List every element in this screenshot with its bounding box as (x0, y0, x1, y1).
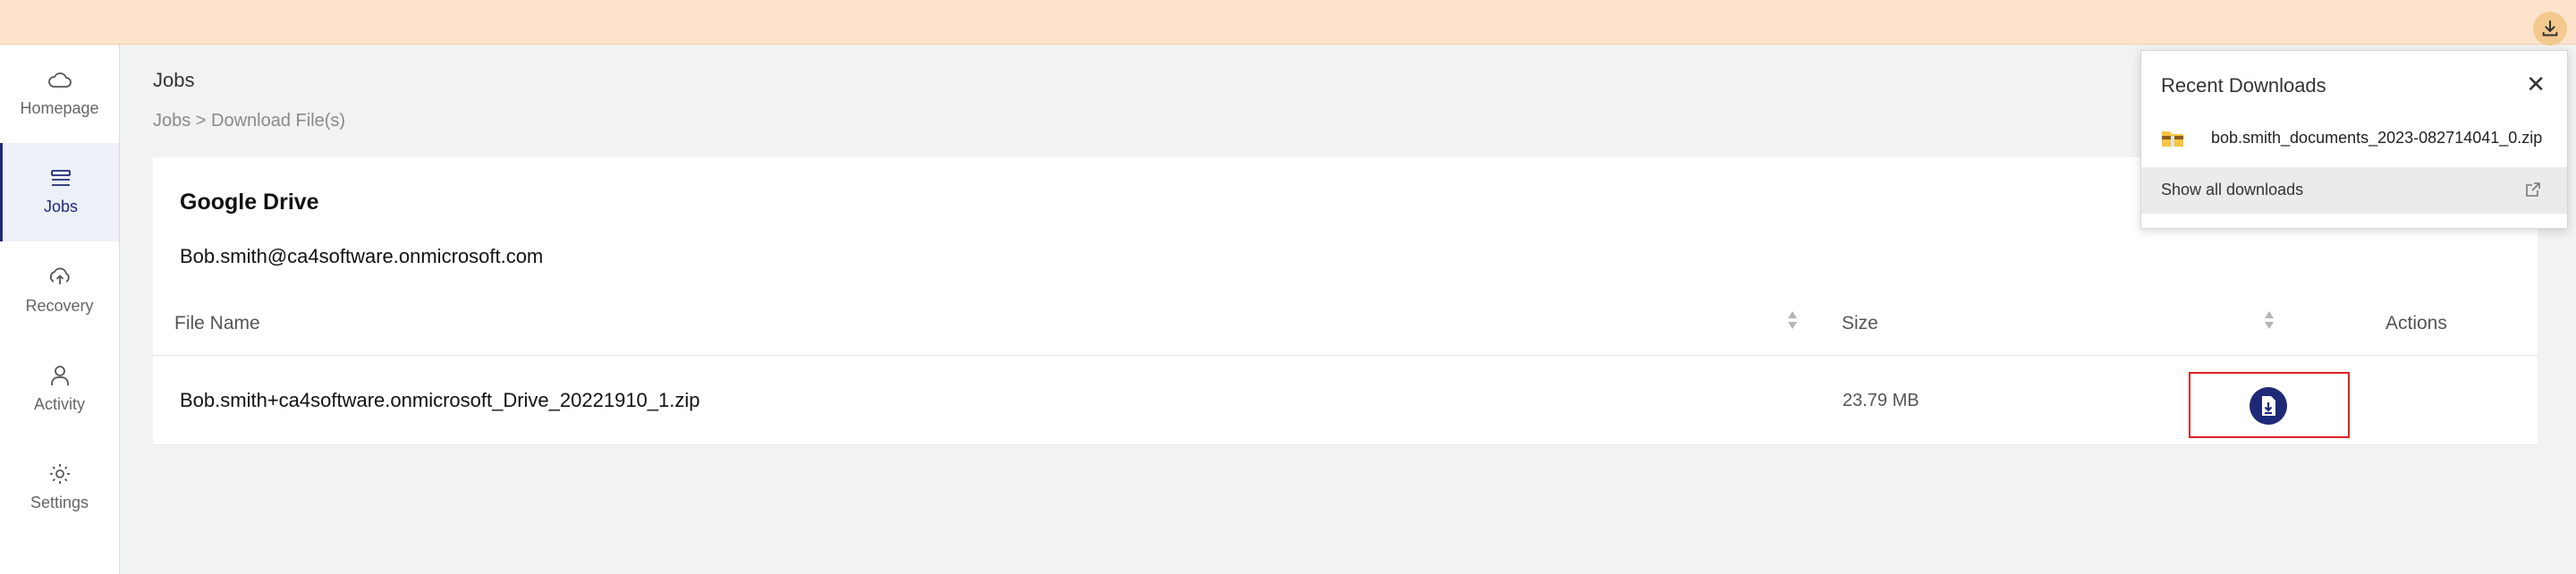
column-actions: Actions (2385, 313, 2447, 333)
download-item-name: bob.smith_documents_2023-082714041_0.zip (2211, 129, 2543, 147)
downloads-button[interactable] (2533, 12, 2567, 46)
sort-icon[interactable] (1786, 309, 1799, 331)
sidebar-item-label: Recovery (25, 297, 94, 315)
user-icon (50, 366, 69, 385)
show-all-label: Show all downloads (2161, 181, 2304, 198)
service-title: Google Drive (180, 190, 319, 215)
sidebar: Homepage Jobs Recovery Activity Settings (0, 45, 120, 574)
account-email: Bob.smith@ca4software.onmicrosoft.com (180, 245, 544, 267)
panel-title: Recent Downloads (2161, 74, 2326, 97)
sidebar-item-settings[interactable]: Settings (0, 438, 119, 536)
file-name-cell: Bob.smith+ca4software.onmicrosoft_Drive_… (180, 389, 700, 411)
column-size: Size (1842, 313, 1878, 333)
sidebar-item-label: Activity (33, 395, 85, 413)
zip-folder-icon (2162, 131, 2183, 147)
external-link-icon (2526, 182, 2540, 197)
sidebar-item-label: Jobs (43, 198, 79, 215)
gear-icon (49, 464, 70, 484)
sort-icon[interactable] (2263, 309, 2275, 331)
highlighted-action (2189, 372, 2350, 438)
recent-downloads-panel: Recent Downloads ✕ bob.smith_documents_2… (2140, 50, 2568, 229)
sidebar-item-label: Homepage (20, 99, 99, 117)
top-bar (0, 0, 2576, 46)
download-item[interactable]: bob.smith_documents_2023-082714041_0.zip (2161, 122, 2555, 155)
show-all-downloads-link[interactable]: Show all downloads (2141, 167, 2567, 214)
recovery-icon (49, 267, 70, 284)
download-icon (2542, 20, 2558, 37)
jobs-icon (51, 170, 71, 186)
cloud-icon (47, 72, 72, 88)
download-file-button[interactable] (2250, 387, 2287, 425)
table-row: Bob.smith+ca4software.onmicrosoft_Drive_… (153, 356, 2538, 445)
sidebar-item-recovery[interactable]: Recovery (0, 241, 119, 340)
breadcrumb[interactable]: Jobs > Download File(s) (153, 111, 345, 131)
page-title: Jobs (153, 69, 195, 91)
column-file-name: File Name (174, 313, 260, 333)
table-header: File Name Size Actions (153, 291, 2538, 356)
sidebar-item-homepage[interactable]: Homepage (0, 45, 119, 143)
sidebar-item-activity[interactable]: Activity (0, 340, 119, 438)
sidebar-item-label: Settings (30, 494, 89, 511)
close-icon[interactable]: ✕ (2526, 72, 2546, 96)
sidebar-item-jobs[interactable]: Jobs (0, 143, 119, 241)
file-download-icon (2262, 396, 2275, 416)
file-size-cell: 23.79 MB (1843, 391, 1919, 410)
